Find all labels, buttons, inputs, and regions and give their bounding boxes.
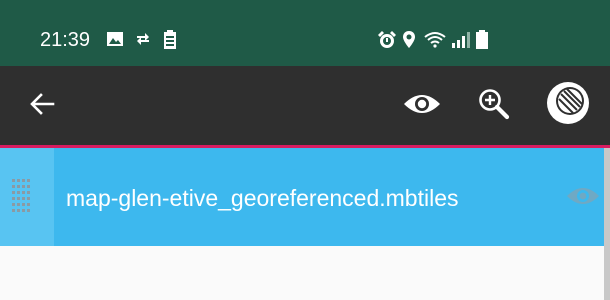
zoom-to-layer-button[interactable] xyxy=(472,84,516,128)
drag-handle-icon xyxy=(12,179,32,218)
signal-icon xyxy=(451,30,473,50)
location-pin-icon xyxy=(402,30,424,50)
zoom-in-icon xyxy=(477,87,511,126)
back-button[interactable] xyxy=(22,86,62,126)
scrollbar-edge xyxy=(604,148,610,300)
toolbar xyxy=(0,66,610,145)
layers-button[interactable] xyxy=(543,80,593,130)
alarm-icon xyxy=(377,30,399,50)
battery-icon xyxy=(476,30,498,50)
back-arrow-icon xyxy=(29,91,55,122)
wifi-icon xyxy=(424,30,446,50)
layers-icon xyxy=(545,80,591,131)
eye-icon xyxy=(403,92,441,121)
status-time: 21:39 xyxy=(40,29,91,51)
status-bar: 21:39 xyxy=(0,0,610,66)
eye-icon xyxy=(566,188,600,212)
drag-handle[interactable] xyxy=(0,148,54,246)
app-screen: 21:39 map-glen-etive_georeferenced.mbtil… xyxy=(0,0,610,300)
battery-saver-icon xyxy=(163,30,185,50)
sync-arrows-icon xyxy=(134,30,156,50)
image-icon xyxy=(106,30,128,50)
layer-list-item[interactable]: map-glen-etive_georeferenced.mbtiles xyxy=(0,148,610,246)
layer-visibility-toggle[interactable] xyxy=(566,184,600,213)
toggle-visibility-button[interactable] xyxy=(400,86,444,126)
layer-name: map-glen-etive_georeferenced.mbtiles xyxy=(66,185,459,211)
